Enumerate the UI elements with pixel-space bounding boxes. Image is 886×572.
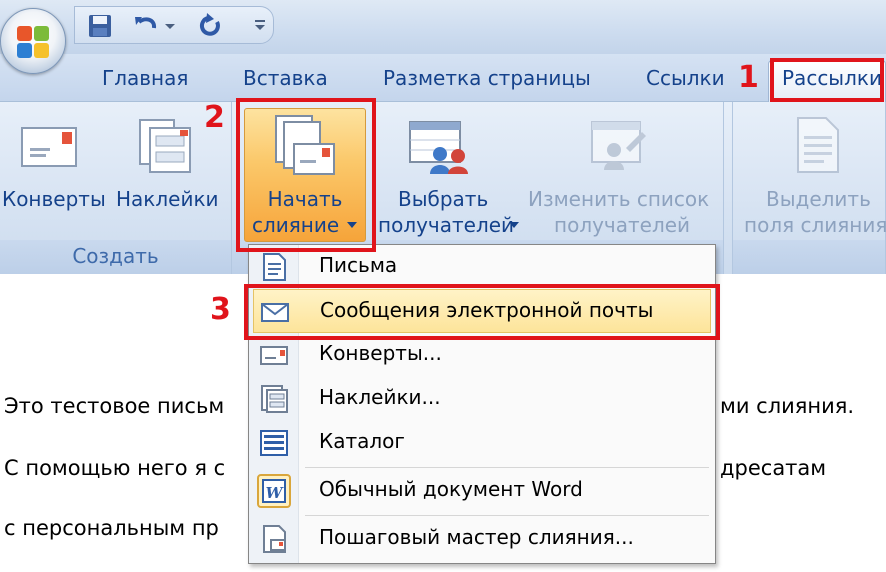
menu-item-labels[interactable]: Наклейки... <box>249 377 715 421</box>
document-line-2-left: С помощью него я с <box>4 456 226 480</box>
annotation-number-2: 2 <box>204 100 225 135</box>
select-recipients-dropdown-icon[interactable] <box>508 220 520 230</box>
word-document-icon: W <box>257 474 291 508</box>
labels-icon[interactable] <box>138 114 194 176</box>
envelope-icon <box>260 346 288 365</box>
menu-item-merge-wizard-label: Пошаговый мастер слияния... <box>319 525 634 549</box>
tab-insert[interactable]: Вставка <box>243 66 328 90</box>
menu-item-normal-word-document-label: Обычный документ Word <box>319 477 583 501</box>
annotation-box-email <box>244 284 720 340</box>
menu-item-directory[interactable]: Каталог <box>249 421 715 465</box>
select-recipients-icon[interactable] <box>408 118 472 174</box>
document-line-3-left: с персональным пр <box>4 516 219 540</box>
save-icon[interactable] <box>87 13 113 39</box>
annotation-number-3: 3 <box>210 292 231 327</box>
undo-dropdown-icon[interactable] <box>163 13 177 39</box>
document-line-2-right: дресатам <box>720 456 827 480</box>
annotation-number-1: 1 <box>738 60 759 95</box>
tab-page-layout[interactable]: Разметка страницы <box>383 66 591 90</box>
tab-references[interactable]: Ссылки <box>646 66 725 90</box>
menu-item-directory-label: Каталог <box>319 429 405 453</box>
select-recipients-label-1[interactable]: Выбрать <box>398 186 488 212</box>
group-write-insert-label <box>733 240 885 274</box>
menu-separator <box>305 515 709 516</box>
menu-item-normal-word-document[interactable]: W Обычный документ Word <box>249 469 715 513</box>
envelopes-button[interactable]: Конверты <box>2 186 106 212</box>
office-logo-icon <box>17 26 49 58</box>
svg-text:W: W <box>266 484 285 502</box>
labels-icon <box>261 385 288 413</box>
undo-icon[interactable] <box>133 13 159 39</box>
highlight-merge-fields-label-1: Выделить <box>766 187 871 211</box>
edit-recipient-list-label-2: получателей <box>554 213 691 237</box>
menu-item-merge-wizard[interactable]: Пошаговый мастер слияния... <box>249 517 715 561</box>
menu-item-letters-label: Письма <box>319 253 398 277</box>
menu-separator <box>305 467 709 468</box>
group-create-label: Создать <box>0 240 231 274</box>
quick-access-toolbar <box>74 6 274 44</box>
menu-item-envelopes-label: Конверты... <box>319 341 442 365</box>
menu-item-labels-label: Наклейки... <box>319 385 441 409</box>
document-line-1-left: Это тестовое письм <box>4 394 225 418</box>
edit-recipient-list-label-1: Изменить список <box>528 187 710 211</box>
edit-recipient-list-icon <box>591 121 646 170</box>
labels-button[interactable]: Наклейки <box>116 186 219 212</box>
tab-home[interactable]: Главная <box>102 66 188 90</box>
annotation-box-start-merge <box>236 98 376 252</box>
annotation-box-mailings <box>770 58 884 102</box>
redo-icon[interactable] <box>197 13 223 39</box>
customize-qat-icon[interactable] <box>253 13 267 39</box>
title-bar <box>0 0 886 54</box>
select-recipients-label-2[interactable]: получателей <box>378 212 514 238</box>
directory-icon <box>260 430 288 456</box>
highlight-merge-fields-icon <box>797 117 839 173</box>
letter-icon <box>263 253 286 281</box>
envelopes-icon[interactable] <box>20 124 80 170</box>
document-line-1-right: ми слияния. <box>720 394 855 418</box>
office-button[interactable] <box>0 8 66 74</box>
highlight-merge-fields-label-2: поля слияния <box>744 213 886 237</box>
wizard-icon <box>263 525 286 553</box>
